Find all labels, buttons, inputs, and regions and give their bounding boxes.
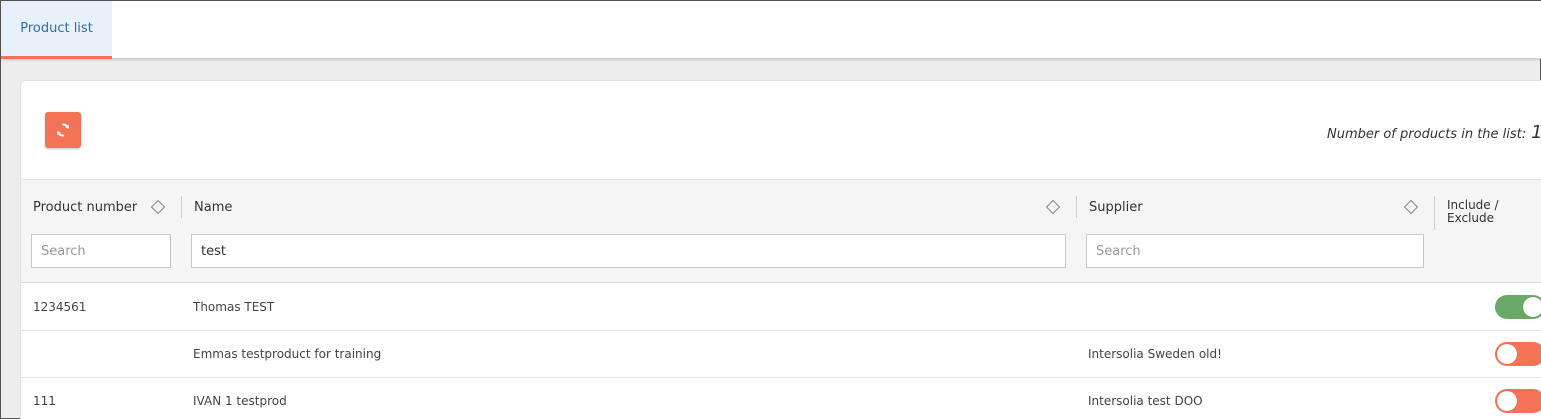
column-title-include-exclude: Include / Exclude [1447,199,1499,225]
cell-name: Thomas TEST [193,300,275,314]
tab-bar: Product list [1,1,1541,59]
column-divider [1076,196,1077,218]
column-title-supplier: Supplier [1089,200,1143,215]
column-title-product-number: Product number [33,200,138,215]
column-divider [1434,196,1435,230]
include-label: Include / [1447,198,1499,212]
include-toggle[interactable] [1495,295,1541,319]
column-include-exclude: Include / Exclude [1434,180,1541,282]
product-list-panel: Number of products in the list: 1 Produc… [20,80,1541,419]
product-count-label: Number of products in the list: [1327,127,1527,142]
column-supplier: Supplier [1076,180,1434,282]
name-search-input[interactable] [191,234,1066,268]
cell-product-number: 1234561 [33,300,87,314]
column-title-name: Name [194,200,233,215]
column-divider [181,196,182,218]
refresh-button[interactable] [45,112,81,148]
column-name: Name [181,180,1076,282]
tab-product-list[interactable]: Product list [1,1,112,59]
cell-product-number: 111 [33,394,56,408]
include-toggle[interactable] [1495,342,1541,366]
toggle-knob [1523,297,1541,317]
supplier-search-input[interactable] [1086,234,1424,268]
include-toggle[interactable] [1495,389,1541,413]
refresh-icon [57,123,69,137]
cell-name: Emmas testproduct for training [193,347,382,361]
product-count-value: 1 [1531,122,1541,143]
cell-supplier: Intersolia Sweden old! [1088,347,1222,361]
table-row: 111 IVAN 1 testprod Intersolia test DOO [21,378,1541,419]
toggle-knob [1497,344,1517,364]
table-row: 1234561 Thomas TEST [21,284,1541,331]
exclude-label: Exclude [1447,211,1495,225]
product-number-search-input[interactable] [31,234,171,268]
cell-supplier: Intersolia test DOO [1088,394,1203,408]
table-header: Product number Name Supplier [21,179,1541,283]
sort-icon[interactable] [150,199,166,215]
toggle-knob [1497,391,1517,411]
product-count: Number of products in the list: 1 [1327,122,1541,143]
column-product-number: Product number [21,180,181,282]
tab-label: Product list [20,21,93,36]
sort-icon[interactable] [1403,199,1419,215]
sort-icon[interactable] [1045,199,1061,215]
cell-name: IVAN 1 testprod [193,394,287,408]
table-row: Emmas testproduct for training Intersoli… [21,331,1541,378]
